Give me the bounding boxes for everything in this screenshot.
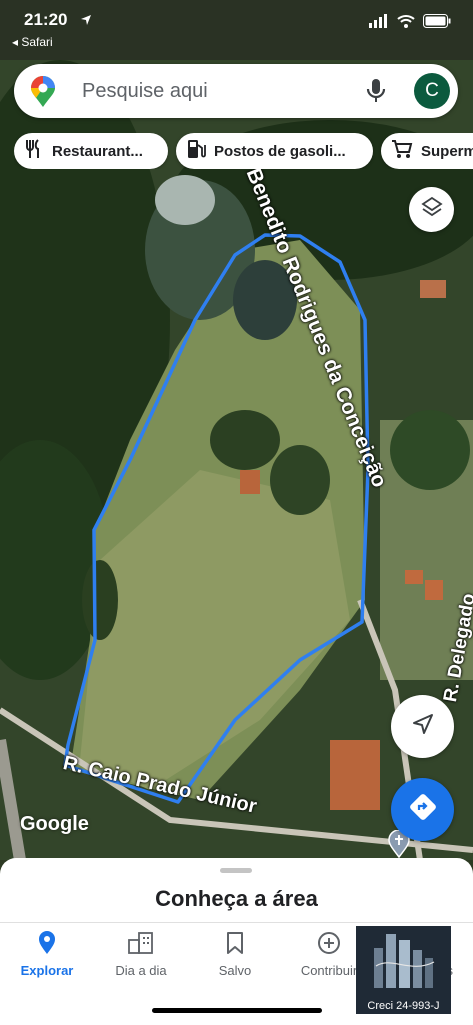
- microphone-icon[interactable]: [366, 78, 386, 109]
- nav-explore[interactable]: Explorar: [0, 930, 94, 978]
- nav-label: Salvo: [218, 963, 252, 978]
- my-location-button[interactable]: [391, 695, 454, 758]
- chip-supermarkets[interactable]: Superm: [381, 133, 473, 169]
- google-maps-pin-icon: [30, 76, 56, 113]
- account-avatar[interactable]: C: [414, 73, 450, 109]
- clock: 21:20: [24, 10, 68, 29]
- gas-station-icon: [186, 139, 206, 163]
- chip-label: Restaurant...: [52, 142, 143, 160]
- chip-gas-stations[interactable]: Postos de gasoli...: [176, 133, 373, 169]
- cart-icon: [391, 139, 413, 163]
- home-indicator[interactable]: [152, 1008, 322, 1013]
- layers-icon: [420, 196, 443, 223]
- buildings-icon: [128, 931, 154, 957]
- chip-label: Postos de gasoli...: [214, 142, 346, 160]
- realtor-watermark-logo: Creci 24-993-J: [356, 926, 451, 1014]
- bookmark-icon: [226, 931, 244, 957]
- search-bar[interactable]: Pesquise aqui C: [14, 64, 458, 118]
- back-to-safari[interactable]: ◂ Safari: [12, 35, 53, 49]
- navigation-arrow-icon: [412, 713, 434, 740]
- chip-restaurants[interactable]: Restaurant...: [14, 133, 168, 169]
- nav-label: Explorar: [20, 963, 74, 978]
- search-input[interactable]: Pesquise aqui: [82, 80, 208, 103]
- nav-saved[interactable]: Salvo: [188, 931, 282, 978]
- bottom-sheet[interactable]: Conheça a área: [0, 858, 473, 928]
- google-attribution: Google: [20, 813, 89, 835]
- location-pin-icon: [38, 930, 56, 958]
- fork-knife-icon: [24, 139, 44, 163]
- nav-commute[interactable]: Dia a dia: [94, 931, 188, 978]
- skyline-logo-icon: [374, 934, 435, 988]
- signal-icon: [369, 14, 389, 33]
- watermark-caption: Creci 24-993-J: [367, 1000, 440, 1012]
- status-bar: 21:20 ◂ Safari: [0, 0, 473, 56]
- nav-label: Dia a dia: [115, 963, 167, 978]
- plus-circle-icon: [317, 931, 341, 958]
- battery-icon: [423, 14, 451, 33]
- directions-icon: [408, 792, 438, 827]
- sheet-drag-handle[interactable]: [220, 868, 252, 873]
- wifi-icon: [397, 14, 415, 33]
- layers-button[interactable]: [409, 187, 454, 232]
- chip-label: Superm: [421, 142, 473, 160]
- sheet-title: Conheça a área: [155, 886, 318, 911]
- directions-button[interactable]: [391, 778, 454, 841]
- category-chips: Restaurant... Postos de gasoli... Superm: [14, 133, 473, 169]
- location-arrow-icon: [80, 13, 92, 31]
